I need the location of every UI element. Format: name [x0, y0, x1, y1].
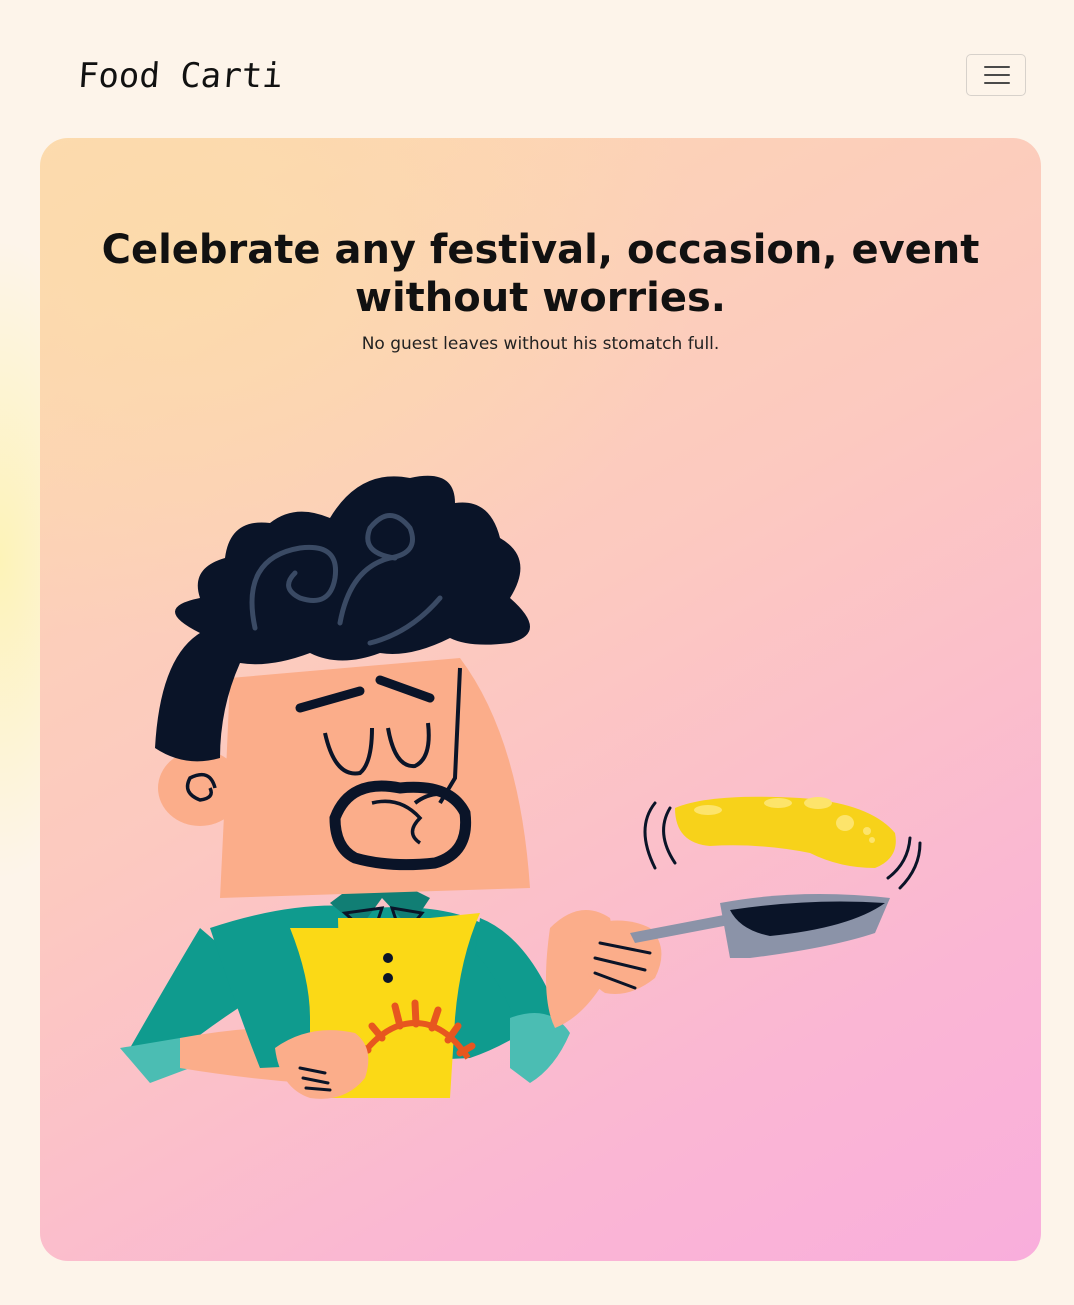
hamburger-menu-icon [984, 82, 1010, 84]
hamburger-menu-icon [984, 74, 1010, 76]
hamburger-menu-icon [984, 66, 1010, 68]
hero-subtitle: No guest leaves without his stomatch ful… [361, 334, 720, 354]
hero-section: Celebrate any festival, occasion, event … [40, 138, 1041, 1261]
menu-toggle-button[interactable] [966, 54, 1026, 96]
chef-flipping-pancake-illustration [120, 475, 922, 1099]
hero-title: Celebrate any festival, occasion, event … [101, 227, 980, 321]
navbar: Food Carti [0, 0, 1074, 138]
brand-logo-link[interactable]: Food Carti [77, 56, 285, 96]
